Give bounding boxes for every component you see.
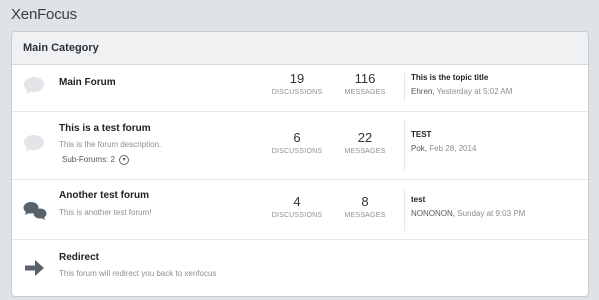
- messages-count: 116: [354, 71, 376, 86]
- last-post-title[interactable]: This is the topic title: [411, 73, 581, 82]
- forum-node-main-forum[interactable]: Main Forum 19 DISCUSSIONS 116 MESSAGES T…: [12, 65, 588, 110]
- forum-title[interactable]: This is a test forum: [59, 123, 151, 134]
- last-post: This is the topic title Ehren, Yesterday…: [411, 73, 581, 96]
- last-post: TEST Pok, Feb 28, 2014: [411, 130, 581, 153]
- divider: [404, 73, 405, 102]
- forum-description: This forum will redirect you back to xen…: [59, 269, 217, 278]
- messages-stat: 8 MESSAGES: [330, 194, 400, 219]
- subforums-toggle[interactable]: Sub-Forums: 2 ▾: [62, 155, 130, 165]
- last-post-title[interactable]: test: [411, 195, 581, 204]
- messages-label: MESSAGES: [344, 212, 386, 219]
- forum-node-test-forum[interactable]: This is a test forum This is the forum d…: [12, 111, 588, 179]
- category-block: Main Category Main Forum 19 DISCUSSIONS …: [11, 31, 589, 297]
- last-post-date[interactable]: Feb 28, 2014: [429, 144, 476, 153]
- discussions-stat: 4 DISCUSSIONS: [262, 194, 332, 219]
- messages-stat: 116 MESSAGES: [330, 71, 400, 96]
- discussions-count: 4: [293, 194, 301, 209]
- forum-title[interactable]: Another test forum: [59, 190, 149, 201]
- forum-description: This is another test forum!: [59, 208, 152, 217]
- last-post-user[interactable]: Ehren: [411, 87, 432, 96]
- discussions-label: DISCUSSIONS: [271, 212, 323, 219]
- discussions-stat: 6 DISCUSSIONS: [262, 130, 332, 155]
- discussions-stat: 19 DISCUSSIONS: [262, 71, 332, 96]
- subforums-label: Sub-Forums: 2: [62, 155, 115, 165]
- arrow-right-icon: [23, 257, 45, 284]
- last-post-user[interactable]: NONONON: [411, 209, 453, 218]
- category-header: Main Category: [12, 32, 588, 65]
- chevron-down-icon[interactable]: ▾: [119, 155, 130, 165]
- last-post-title[interactable]: TEST: [411, 130, 581, 139]
- last-post-meta: NONONON, Sunday at 9:03 PM: [411, 209, 581, 218]
- discussions-count: 6: [293, 130, 301, 145]
- forum-node-redirect[interactable]: Redirect This forum will redirect you ba…: [12, 239, 588, 296]
- discussions-label: DISCUSSIONS: [271, 89, 323, 96]
- messages-stat: 22 MESSAGES: [330, 130, 400, 155]
- last-post-meta: Pok, Feb 28, 2014: [411, 144, 581, 153]
- last-post-meta: Ehren, Yesterday at 5:02 AM: [411, 87, 581, 96]
- last-post-user[interactable]: Pok: [411, 144, 425, 153]
- site-title[interactable]: XenFocus: [11, 6, 77, 23]
- category-title[interactable]: Main Category: [23, 42, 99, 54]
- last-post: test NONONON, Sunday at 9:03 PM: [411, 195, 581, 218]
- divider: [404, 188, 405, 231]
- two-speech-bubbles-icon: [22, 200, 48, 227]
- messages-label: MESSAGES: [344, 89, 386, 96]
- forum-node-another-test-forum[interactable]: Another test forum This is another test …: [12, 179, 588, 239]
- divider: [404, 120, 405, 171]
- messages-count: 8: [361, 194, 369, 209]
- speech-bubble-icon: [22, 133, 46, 160]
- last-post-date[interactable]: Sunday at 9:03 PM: [457, 209, 525, 218]
- messages-label: MESSAGES: [344, 148, 386, 155]
- forum-title[interactable]: Redirect: [59, 252, 99, 263]
- forum-title[interactable]: Main Forum: [59, 77, 116, 88]
- discussions-count: 19: [289, 71, 305, 86]
- last-post-date[interactable]: Yesterday at 5:02 AM: [437, 87, 513, 96]
- speech-bubble-icon: [22, 75, 46, 102]
- forum-description: This is the forum description.: [59, 140, 162, 149]
- discussions-label: DISCUSSIONS: [271, 148, 323, 155]
- messages-count: 22: [357, 130, 373, 145]
